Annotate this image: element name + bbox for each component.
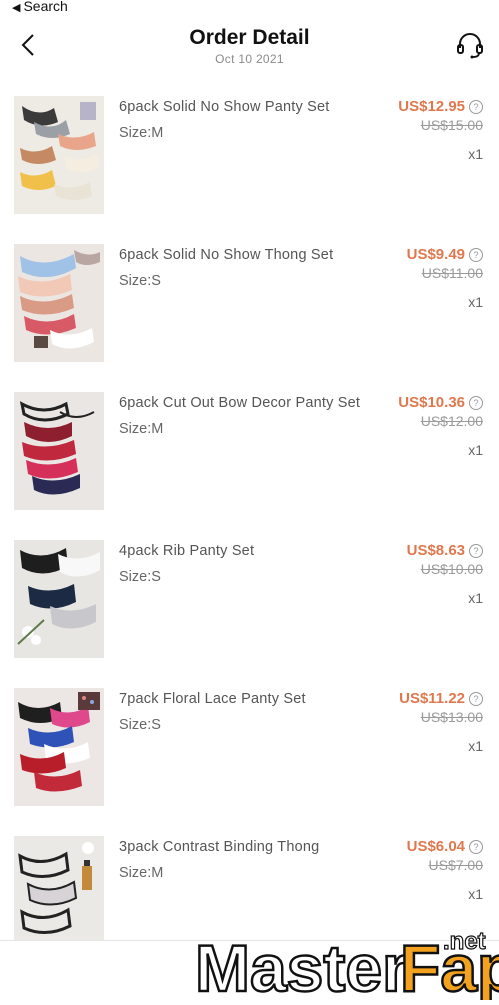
original-price: US$13.00 (420, 709, 483, 725)
watermark-logo: Master Fap .net (194, 921, 499, 1005)
price-row: US$10.36? (398, 394, 483, 412)
quantity: x1 (468, 442, 483, 458)
product-size: Size:M (119, 125, 164, 141)
info-icon[interactable]: ? (469, 839, 483, 854)
info-icon[interactable]: ? (469, 543, 483, 558)
quantity: x1 (468, 886, 483, 902)
info-icon[interactable]: ? (469, 99, 483, 114)
product-image[interactable] (14, 540, 104, 658)
original-price: US$15.00 (420, 117, 483, 133)
product-name[interactable]: 7pack Floral Lace Panty Set (119, 691, 306, 707)
product-size: Size:S (119, 273, 161, 289)
sale-price: US$10.36 (398, 394, 465, 412)
product-name[interactable]: 6pack Cut Out Bow Decor Panty Set (119, 395, 360, 411)
original-price: US$7.00 (428, 857, 483, 873)
product-name[interactable]: 4pack Rib Panty Set (119, 543, 254, 559)
sale-price: US$12.95 (398, 98, 465, 116)
product-size: Size:M (119, 421, 164, 437)
info-icon[interactable]: ? (469, 691, 483, 706)
price-row: US$8.63? (407, 542, 483, 560)
product-image[interactable] (14, 836, 104, 954)
page-title: Order Detail (189, 26, 310, 49)
status-back-label: Search (23, 0, 68, 14)
product-size: Size:M (119, 865, 164, 881)
order-item[interactable]: 6pack Solid No Show Panty Set Size:M US$… (0, 96, 499, 244)
product-name[interactable]: 6pack Solid No Show Thong Set (119, 247, 333, 263)
product-size: Size:S (119, 717, 161, 733)
headset-support-icon[interactable] (455, 30, 485, 60)
original-price: US$12.00 (420, 413, 483, 429)
order-date: Oct 10 2021 (215, 52, 284, 66)
header: Order Detail Oct 10 2021 (0, 20, 499, 80)
back-triangle-icon: ◀ (12, 2, 21, 14)
price-row: US$11.22? (399, 690, 483, 708)
product-image[interactable] (14, 392, 104, 510)
price-row: US$12.95? (398, 98, 483, 116)
sale-price: US$6.04 (406, 838, 465, 856)
quantity: x1 (468, 590, 483, 606)
original-price: US$10.00 (420, 561, 483, 577)
sale-price: US$11.22 (399, 690, 465, 708)
svg-text:.net: .net (443, 928, 486, 955)
product-name[interactable]: 6pack Solid No Show Panty Set (119, 99, 330, 115)
price-row: US$9.49? (407, 246, 483, 264)
svg-text:Master: Master (195, 931, 408, 1000)
status-bar-back-to-search[interactable]: ◀ Search (12, 0, 68, 14)
product-name[interactable]: 3pack Contrast Binding Thong (119, 839, 319, 855)
order-item[interactable]: 7pack Floral Lace Panty Set Size:S US$11… (0, 688, 499, 836)
info-icon[interactable]: ? (469, 247, 483, 262)
quantity: x1 (468, 146, 483, 162)
product-image[interactable] (14, 96, 104, 214)
order-items-list: 6pack Solid No Show Panty Set Size:M US$… (0, 96, 499, 984)
order-item[interactable]: 6pack Cut Out Bow Decor Panty Set Size:M… (0, 392, 499, 540)
order-item[interactable]: 4pack Rib Panty Set Size:S US$8.63? US$1… (0, 540, 499, 688)
quantity: x1 (468, 294, 483, 310)
product-size: Size:S (119, 569, 161, 585)
price-row: US$6.04? (407, 838, 483, 856)
product-image[interactable] (14, 688, 104, 806)
original-price: US$11.00 (421, 265, 483, 281)
sale-price: US$9.49 (406, 246, 465, 264)
product-image[interactable] (14, 244, 104, 362)
sale-price: US$8.63 (406, 542, 465, 560)
quantity: x1 (468, 738, 483, 754)
order-item[interactable]: 6pack Solid No Show Thong Set Size:S US$… (0, 244, 499, 392)
info-icon[interactable]: ? (469, 395, 483, 410)
